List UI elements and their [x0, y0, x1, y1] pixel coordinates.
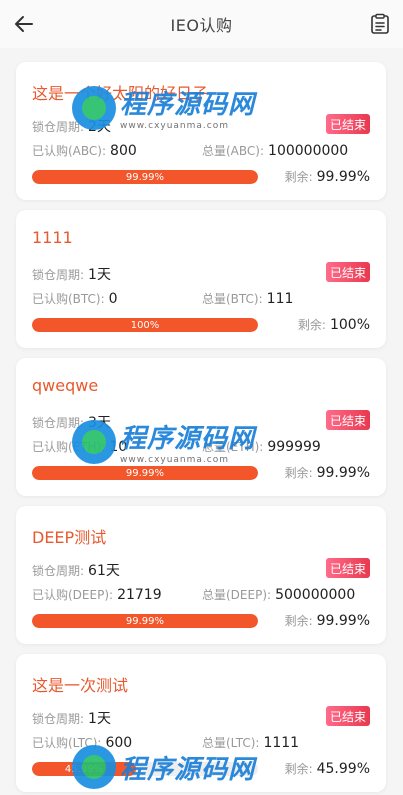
status-badge: 已结束 [326, 706, 370, 726]
subscribed-amount: 已认购(ABC): 800 [32, 143, 137, 159]
status-badge: 已结束 [326, 262, 370, 282]
arrow-left-icon[interactable] [12, 12, 36, 36]
lock-period: 锁仓周期: 3天 [32, 415, 111, 431]
progress-bar: 45.99% [32, 762, 258, 776]
status-badge: 已结束 [326, 558, 370, 578]
progress-fill: 99.99% [32, 614, 258, 628]
total-amount: 总量(ETH): 999999 [202, 439, 321, 455]
ieo-card[interactable]: qweqwe 锁仓周期: 3天 已结束 已认购(ETH): 10 总量(ETH): 9… [16, 358, 386, 496]
progress-bar: 99.99% [32, 466, 258, 480]
project-name: 这是一个好太阳的好日子 [32, 84, 209, 103]
project-name: qweqwe [32, 376, 99, 395]
project-name: 这是一次测试 [32, 676, 129, 695]
total-amount: 总量(DEEP): 500000000 [202, 587, 356, 603]
lock-period: 锁仓周期: 1天 [32, 711, 111, 727]
lock-period: 锁仓周期: 2天 [32, 119, 111, 135]
remaining-amount: 剩余: 99.99% [284, 169, 370, 185]
lock-period-value: 3天 [88, 415, 111, 431]
remaining-amount: 剩余: 99.99% [284, 465, 370, 481]
subscribed-amount: 已认购(ETH): 10 [32, 439, 128, 455]
progress-fill: 100% [32, 318, 258, 332]
total-amount: 总量(LTC): 1111 [202, 735, 300, 751]
project-name: DEEP测试 [32, 528, 107, 547]
progress-bar: 100% [32, 318, 258, 332]
total-amount: 总量(ABC): 100000000 [202, 143, 349, 159]
remaining-amount: 剩余: 45.99% [284, 761, 370, 777]
status-badge: 已结束 [326, 114, 370, 134]
lock-period: 锁仓周期: 61天 [32, 563, 120, 579]
lock-period-value: 1天 [88, 711, 111, 727]
page-title: IEO认购 [170, 16, 233, 35]
status-badge: 已结束 [326, 410, 370, 430]
ieo-card[interactable]: 这是一个好太阳的好日子 锁仓周期: 2天 已结束 已认购(ABC): 800 总量(… [16, 62, 386, 200]
ieo-card[interactable]: DEEP测试 锁仓周期: 61天 已结束 已认购(DEEP): 21719 总量(D… [16, 506, 386, 644]
remaining-amount: 剩余: 100% [297, 317, 370, 333]
clipboard-list-icon[interactable] [369, 13, 391, 35]
subscribed-amount: 已认购(LTC): 600 [32, 735, 133, 751]
progress-fill: 99.99% [32, 170, 258, 184]
ieo-card[interactable]: 这是一次测试 锁仓周期: 1天 已结束 已认购(LTC): 600 总量(LTC):… [16, 654, 386, 792]
project-name: 1111 [32, 228, 73, 247]
remaining-amount: 剩余: 99.99% [284, 613, 370, 629]
subscribed-amount: 已认购(DEEP): 21719 [32, 587, 162, 603]
lock-period-value: 1天 [88, 267, 111, 283]
total-amount: 总量(BTC): 111 [202, 291, 294, 307]
progress-fill: 99.99% [32, 466, 258, 480]
progress-fill: 45.99% [32, 762, 136, 776]
lock-period-value: 2天 [88, 119, 111, 135]
ieo-card[interactable]: 1111 锁仓周期: 1天 已结束 已认购(BTC): 0 总量(BTC): 111 … [16, 210, 386, 348]
subscribed-amount: 已认购(BTC): 0 [32, 291, 118, 307]
progress-bar: 99.99% [32, 614, 258, 628]
progress-bar: 99.99% [32, 170, 258, 184]
lock-period-value: 61天 [88, 563, 120, 579]
top-bar: IEO认购 [0, 0, 403, 48]
lock-period: 锁仓周期: 1天 [32, 267, 111, 283]
